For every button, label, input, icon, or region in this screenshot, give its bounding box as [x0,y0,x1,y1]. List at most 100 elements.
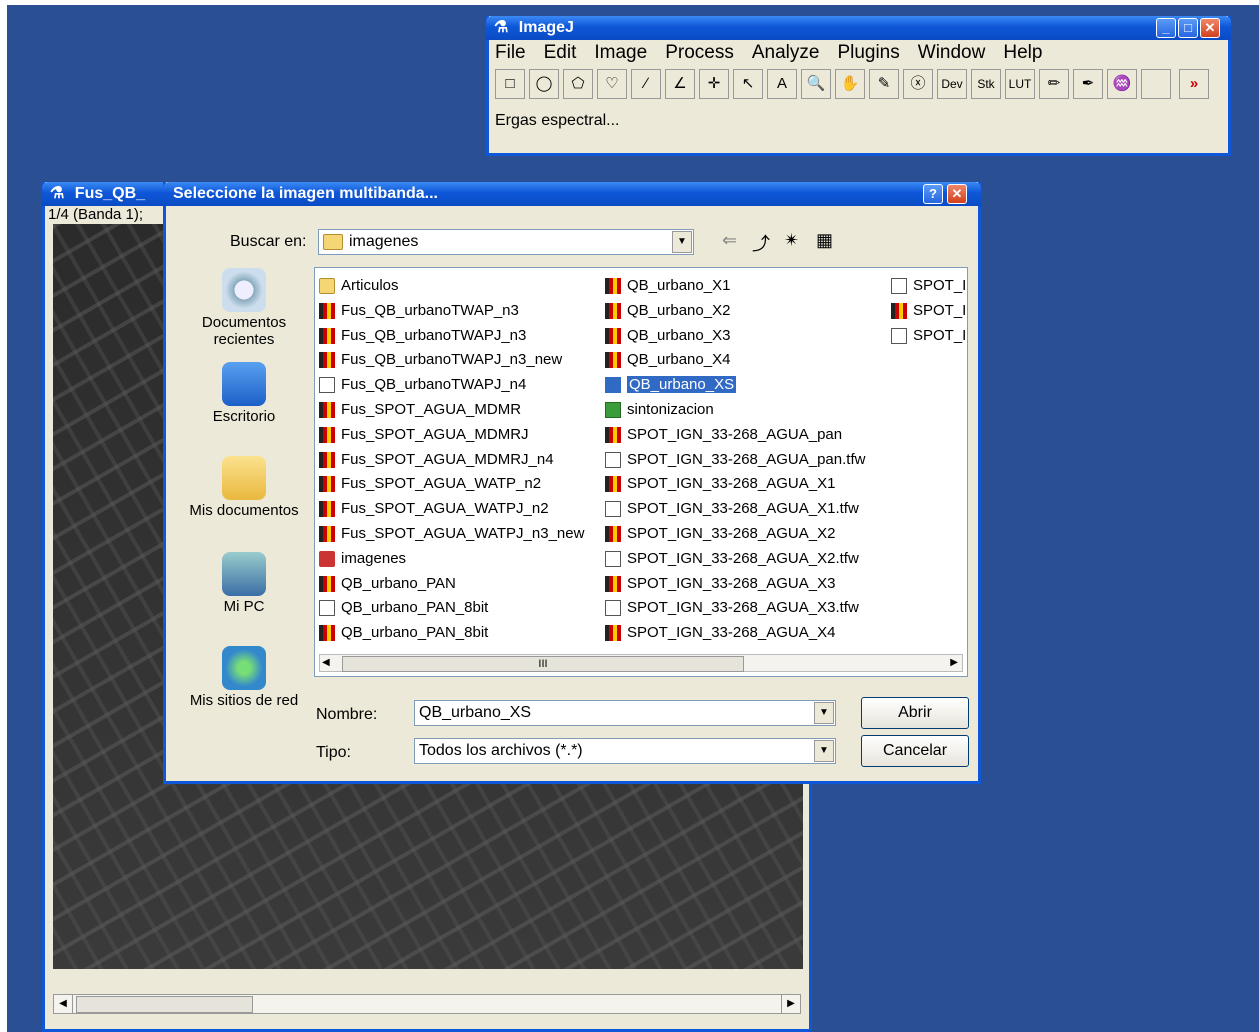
back-icon[interactable]: ⇐ [722,230,737,251]
list-item[interactable]: SPOT_I [889,324,966,349]
scroll-right-icon[interactable]: ▶ [950,655,958,671]
menu-window[interactable]: Window [918,42,986,63]
menu-image[interactable]: Image [594,42,647,63]
more-tools-icon[interactable]: » [1179,69,1209,99]
dropper-icon[interactable]: ✎ [869,69,899,99]
scroll-left-icon[interactable]: ◀ [54,995,73,1013]
list-item[interactable]: QB_urbano_X1 [603,274,865,299]
x-tool-icon[interactable]: ⓧ [903,69,933,99]
place-documents[interactable]: Mis documentos [174,456,314,519]
dialog-titlebar[interactable]: Seleccione la imagen multibanda... ? ✕ [163,182,981,206]
scroll-left-icon[interactable]: ◀ [322,655,330,671]
file-name: SPOT_IGN_33-268_AGUA_X3 [627,574,836,592]
image-horizontal-scrollbar[interactable]: ◀ ▶ [53,994,801,1014]
list-item[interactable]: Fus_QB_urbanoTWAPJ_n4 [317,373,584,398]
list-item[interactable]: QB_urbano_X4 [603,348,865,373]
close-icon[interactable]: ✕ [1200,18,1220,38]
list-item[interactable]: SPOT_IGN_33-268_AGUA_X4 [603,621,865,646]
new-folder-icon[interactable]: ✴ [784,230,799,251]
menu-analyze[interactable]: Analyze [752,42,820,63]
list-item[interactable]: Fus_QB_urbanoTWAPJ_n3_new [317,348,584,373]
point-tool-icon[interactable]: ✛ [699,69,729,99]
cancel-button[interactable]: Cancelar [861,735,969,767]
stk-tool-icon[interactable]: Stk [971,69,1001,99]
scroll-thumb[interactable]: III [342,656,744,672]
line-tool-icon[interactable]: ∕ [631,69,661,99]
file-list-scrollbar[interactable]: ◀ III ▶ [319,654,963,672]
list-item[interactable]: QB_urbano_X3 [603,324,865,349]
list-item[interactable]: Fus_SPOT_AGUA_MDMR [317,398,584,423]
list-item[interactable]: SPOT_IGN_33-268_AGUA_pan [603,423,865,448]
scroll-thumb[interactable] [76,996,253,1013]
list-item[interactable]: Fus_SPOT_AGUA_MDMRJ_n4 [317,448,584,473]
list-item[interactable]: QB_urbano_PAN_8bit [317,621,584,646]
place-desktop[interactable]: Escritorio [174,362,314,425]
chevron-down-icon[interactable]: ▼ [814,740,834,762]
place-network[interactable]: Mis sitios de red [174,646,314,709]
dev-tool-icon[interactable]: Dev [937,69,967,99]
file-name: SPOT_IGN_33-268_AGUA_X2.tfw [627,549,859,567]
hand-tool-icon[interactable]: ✋ [835,69,865,99]
menu-process[interactable]: Process [665,42,734,63]
up-folder-icon[interactable]: ⤴ [752,230,770,256]
menu-file[interactable]: File [495,42,526,63]
list-item[interactable]: Articulos [317,274,584,299]
file-list[interactable]: Articulos Fus_QB_urbanoTWAP_n3 Fus_QB_urba… [314,267,968,677]
text-tool-icon[interactable]: A [767,69,797,99]
imagej-titlebar[interactable]: ⚗ ImageJ _ □ ✕ [486,16,1231,40]
wand-tool-icon[interactable]: ↖ [733,69,763,99]
type-combo[interactable]: Todos los archivos (*.*) ▼ [414,738,836,764]
list-item[interactable]: SPOT_IGN_33-268_AGUA_X1 [603,472,865,497]
list-item[interactable]: QB_urbano_X2 [603,299,865,324]
list-item[interactable]: Fus_SPOT_AGUA_MDMRJ [317,423,584,448]
polygon-tool-icon[interactable]: ⬠ [563,69,593,99]
view-menu-icon[interactable]: ▦ [816,230,833,251]
chevron-down-icon[interactable]: ▼ [672,231,692,253]
list-item[interactable]: Fus_SPOT_AGUA_WATPJ_n3_new [317,522,584,547]
list-item[interactable]: Fus_SPOT_AGUA_WATP_n2 [317,472,584,497]
file-icon [319,352,335,369]
list-item[interactable]: SPOT_IGN_33-268_AGUA_X3 [603,572,865,597]
menu-plugins[interactable]: Plugins [837,42,899,63]
help-icon[interactable]: ? [923,184,943,204]
open-button[interactable]: Abrir [861,697,969,729]
list-item[interactable]: Fus_QB_urbanoTWAP_n3 [317,299,584,324]
list-item[interactable]: QB_urbano_PAN [317,572,584,597]
menu-help[interactable]: Help [1003,42,1042,63]
list-item[interactable]: imagenes [317,547,584,572]
oval-tool-icon[interactable]: ◯ [529,69,559,99]
list-item[interactable]: QB_urbano_XS [603,373,865,398]
rectangle-tool-icon[interactable]: □ [495,69,525,99]
list-item[interactable]: SPOT_I [889,299,966,324]
pencil-icon[interactable]: ✏ [1039,69,1069,99]
list-item[interactable]: QB_urbano_PAN_8bit [317,596,584,621]
list-item[interactable]: SPOT_IGN_33-268_AGUA_X2 [603,522,865,547]
maximize-icon[interactable]: □ [1178,18,1198,38]
menu-edit[interactable]: Edit [544,42,577,63]
list-item[interactable]: SPOT_IGN_33-268_AGUA_X2.tfw [603,547,865,572]
lookin-combo[interactable]: imagenes ▼ [318,229,694,255]
scroll-right-icon[interactable]: ▶ [781,995,800,1013]
list-item[interactable]: SPOT_IGN_33-268_AGUA_X1.tfw [603,497,865,522]
spacer-icon[interactable] [1141,69,1171,99]
minimize-icon[interactable]: _ [1156,18,1176,38]
freehand-tool-icon[interactable]: ♡ [597,69,627,99]
name-field[interactable]: QB_urbano_XS ▼ [414,700,836,726]
list-item[interactable]: Fus_SPOT_AGUA_WATPJ_n2 [317,497,584,522]
list-item[interactable]: SPOT_IGN_33-268_AGUA_X3.tfw [603,596,865,621]
list-item[interactable]: SPOT_IGN_33-268_AGUA_pan.tfw [603,448,865,473]
flood-fill-icon[interactable]: ♒ [1107,69,1137,99]
list-item[interactable]: Fus_QB_urbanoTWAPJ_n3 [317,324,584,349]
file-icon [605,278,621,294]
place-my-pc[interactable]: Mi PC [174,552,314,615]
chevron-down-icon[interactable]: ▼ [814,702,834,724]
angle-tool-icon[interactable]: ∠ [665,69,695,99]
list-item[interactable]: sintonizacion [603,398,865,423]
brush-icon[interactable]: ✒ [1073,69,1103,99]
clock-icon [222,268,266,312]
place-recent[interactable]: Documentos recientes [174,268,314,348]
close-icon[interactable]: ✕ [947,184,967,204]
magnifier-icon[interactable]: 🔍 [801,69,831,99]
lut-tool-icon[interactable]: LUT [1005,69,1035,99]
list-item[interactable]: SPOT_I [889,274,966,299]
